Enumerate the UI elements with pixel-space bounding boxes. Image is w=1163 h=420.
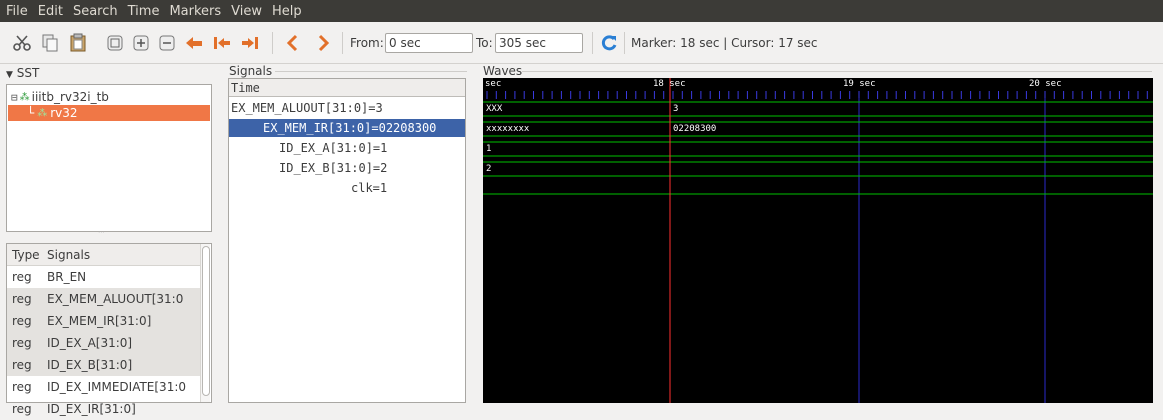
waves-svg [483,78,1153,403]
menu-bar: File Edit Search Time Markers View Help [0,0,1163,22]
menu-time[interactable]: Time [128,4,160,19]
signals-header: Time [229,79,465,97]
time-header: Time [231,80,260,95]
signals-title: Signals [229,64,273,78]
undo-zoom-icon[interactable] [182,32,206,54]
time-label: 20 sec [1029,79,1062,89]
time-label: 19 sec [843,79,876,89]
tree-item-rv32[interactable]: └ ⁂ rv32 [27,105,78,121]
sst-tree: ⊟ ⁂ iiitb_rv32i_tb └ ⁂ rv32 [6,84,212,232]
from-time-input[interactable]: 0 sec [385,33,473,53]
trace-value: XXX [486,104,503,114]
signals-column-header[interactable]: Signals [47,248,90,262]
trace-id-ex-a [483,141,1153,157]
to-label: To: [476,36,493,50]
vertical-scrollbar[interactable] [200,244,210,402]
menu-search[interactable]: Search [73,4,118,19]
trace-value: 2 [486,164,492,174]
to-time-input[interactable]: 305 sec [495,33,583,53]
scrollbar-thumb[interactable] [202,246,210,396]
waves-canvas[interactable]: sec 18 sec 19 sec 20 sec XXX 3 xxxxxxxx … [483,78,1153,403]
list-item[interactable]: reg BR_EN [7,266,207,288]
waves-title: Waves [483,64,523,78]
list-item[interactable]: reg ID_EX_IR[31:0] [7,398,207,420]
tree-item-label: iiitb_rv32i_tb [31,90,109,104]
type-column-header[interactable]: Type [7,248,47,262]
time-ruler [483,90,1153,100]
previous-edge-icon[interactable] [282,32,302,54]
list-item[interactable]: reg ID_EX_IMMEDIATE[31:0 [7,376,207,398]
expander-down-icon: ▼ [6,70,13,80]
tree-item-testbench[interactable]: ⊟ ⁂ iiitb_rv32i_tb [11,89,109,105]
signal-row[interactable]: clk=1 [351,179,387,197]
menu-file[interactable]: File [6,4,28,19]
zoom-to-end-icon[interactable] [238,32,262,54]
paste-icon[interactable] [66,32,90,54]
module-icon: ⁂ [19,91,30,103]
module-icon: ⁂ [37,107,48,119]
menu-help[interactable]: Help [272,4,302,19]
waves-title-rule [522,71,1152,72]
time-label: 18 sec [653,79,686,89]
tree-item-label: rv32 [50,106,78,120]
list-item[interactable]: reg ID_EX_A[31:0] [7,332,207,354]
menu-view[interactable]: View [231,4,262,19]
zoom-fit-icon[interactable] [104,32,126,54]
copy-icon[interactable] [38,32,62,54]
toolbar-separator [272,32,273,54]
cut-icon[interactable] [10,32,34,54]
trace-aluout [483,101,1153,117]
list-item[interactable]: reg EX_MEM_ALUOUT[31:0 [7,288,207,310]
toolbar-separator [624,32,625,54]
signals-list: Time EX_MEM_ALUOUT[31:0]=3 EX_MEM_IR[31:… [228,78,466,403]
signal-type-list: Type Signals reg BR_EN reg EX_MEM_ALUOUT[3… [6,243,212,416]
toolbar-separator [342,32,343,54]
selected-trace-highlight [483,118,1153,136]
waves-vertical-scrollbar[interactable] [1153,78,1163,403]
sst-title[interactable]: ▼ SST [6,66,39,80]
trace-value: xxxxxxxx [486,124,530,134]
signal-row[interactable]: ID_EX_B[31:0]=2 [279,159,387,177]
trace-value: 02208300 [673,124,717,134]
list-item[interactable]: reg EX_MEM_IR[31:0] [7,310,207,332]
tree-branch-icon: └ [27,106,35,120]
marker-cursor-status: Marker: 18 sec | Cursor: 17 sec [631,36,818,50]
zoom-in-icon[interactable] [130,32,152,54]
time-label: sec [485,79,502,89]
pane-grip-handle[interactable]: ⋯ [98,228,105,236]
from-label: From: [350,36,384,50]
menu-markers[interactable]: Markers [169,4,221,19]
menu-edit[interactable]: Edit [38,4,63,19]
signal-row[interactable]: ID_EX_A[31:0]=1 [279,139,387,157]
signal-row[interactable]: EX_MEM_ALUOUT[31:0]=3 [231,99,383,117]
trace-value: 3 [673,104,679,114]
next-edge-icon[interactable] [314,32,334,54]
type-list-header: Type Signals [7,244,207,266]
tree-expander-icon[interactable]: ⊟ [11,91,18,104]
trace-id-ex-b [483,161,1153,177]
signals-title-rule [275,71,467,72]
zoom-out-icon[interactable] [156,32,178,54]
signal-row[interactable]: EX_MEM_IR[31:0]=02208300 [263,119,436,137]
zoom-to-start-icon[interactable] [210,32,234,54]
trace-ir [483,121,1153,137]
list-item[interactable]: reg ID_EX_B[31:0] [7,354,207,376]
trace-value: 1 [486,144,492,154]
toolbar-separator [592,32,593,54]
reload-icon[interactable] [598,32,620,54]
